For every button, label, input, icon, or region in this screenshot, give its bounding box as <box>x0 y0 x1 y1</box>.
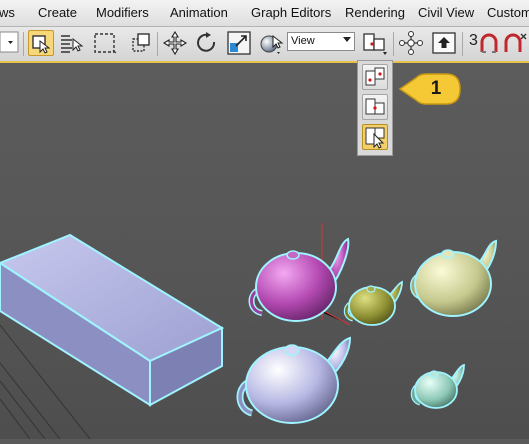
viewport-scene <box>0 223 498 440</box>
select-and-scale-button[interactable] <box>226 30 252 56</box>
teapot-olive[interactable] <box>343 280 403 326</box>
toolbar-separator <box>23 32 24 56</box>
select-and-rotate-button[interactable] <box>194 30 220 56</box>
pivot-point-center-icon <box>365 67 385 86</box>
angle-snap-icon <box>480 33 498 53</box>
select-by-name-button[interactable] <box>58 30 84 56</box>
select-by-name-icon <box>61 35 84 53</box>
perspective-viewport[interactable] <box>0 63 529 440</box>
toolbar-separator <box>157 32 158 56</box>
step-callout-number: 1 <box>430 78 442 99</box>
menu-animation[interactable]: Animation <box>170 5 228 20</box>
menu-customize[interactable]: Custom <box>487 5 529 20</box>
select-and-place-button[interactable] <box>257 30 285 56</box>
menu-modifiers[interactable]: Modifiers <box>96 5 149 20</box>
angle-snap-button[interactable] <box>478 30 500 56</box>
scale-icon <box>227 31 251 55</box>
teapot-lavender[interactable] <box>236 336 352 424</box>
box-object[interactable] <box>0 233 225 407</box>
toolbar-separator <box>462 32 463 56</box>
window-crossing-button[interactable] <box>128 30 154 56</box>
keyboard-shortcut-override-icon <box>432 32 456 54</box>
select-object-icon <box>32 35 51 54</box>
manipulate-icon <box>399 31 423 55</box>
toolbar-separator <box>393 32 394 56</box>
teapot-cream[interactable] <box>410 239 498 317</box>
select-and-place-icon <box>260 34 284 54</box>
snaps-toggle-label[interactable]: 3 <box>469 32 478 50</box>
select-and-manipulate-button[interactable] <box>397 30 425 56</box>
reference-coordinate-system-value: View <box>291 35 315 47</box>
menu-create[interactable]: Create <box>38 5 77 20</box>
menu-civil-view[interactable]: Civil View <box>418 5 474 20</box>
use-selection-center-button[interactable] <box>362 94 388 120</box>
rectangular-selection-region-button[interactable] <box>92 30 118 56</box>
use-transform-coordinate-center-button[interactable] <box>362 124 388 150</box>
window-crossing-icon <box>132 33 150 52</box>
menu-workspaces[interactable]: ws <box>0 5 15 20</box>
pivot-center-flyout <box>357 60 393 156</box>
select-and-move-button[interactable] <box>161 30 189 56</box>
rotate-icon <box>197 32 216 52</box>
select-object-button[interactable] <box>28 30 54 56</box>
teapot-mint[interactable] <box>410 363 465 409</box>
percent-snap-icon <box>504 33 527 52</box>
reference-coordinate-system-dropdown[interactable]: View <box>287 32 355 51</box>
teapot-magenta[interactable] <box>248 237 350 322</box>
percent-snap-button[interactable] <box>502 30 528 56</box>
move-icon <box>162 30 188 56</box>
use-pivot-center-button[interactable] <box>361 30 389 56</box>
use-pivot-center-icon <box>363 33 387 55</box>
chevron-down-icon <box>343 37 351 42</box>
use-pivot-point-center-button[interactable] <box>362 64 388 90</box>
selection-center-icon <box>365 98 385 115</box>
transform-coordinate-center-icon <box>365 127 385 149</box>
selection-filter-dropdown[interactable] <box>0 30 20 56</box>
menu-rendering[interactable]: Rendering <box>345 5 405 20</box>
menu-graph-editors[interactable]: Graph Editors <box>251 5 331 20</box>
rect-selection-region-icon <box>94 33 117 54</box>
menu-bar: ws Create Modifiers Animation Graph Edit… <box>0 0 529 27</box>
main-toolbar: View 3 <box>0 27 529 63</box>
keyboard-shortcut-override-button[interactable] <box>430 30 458 56</box>
